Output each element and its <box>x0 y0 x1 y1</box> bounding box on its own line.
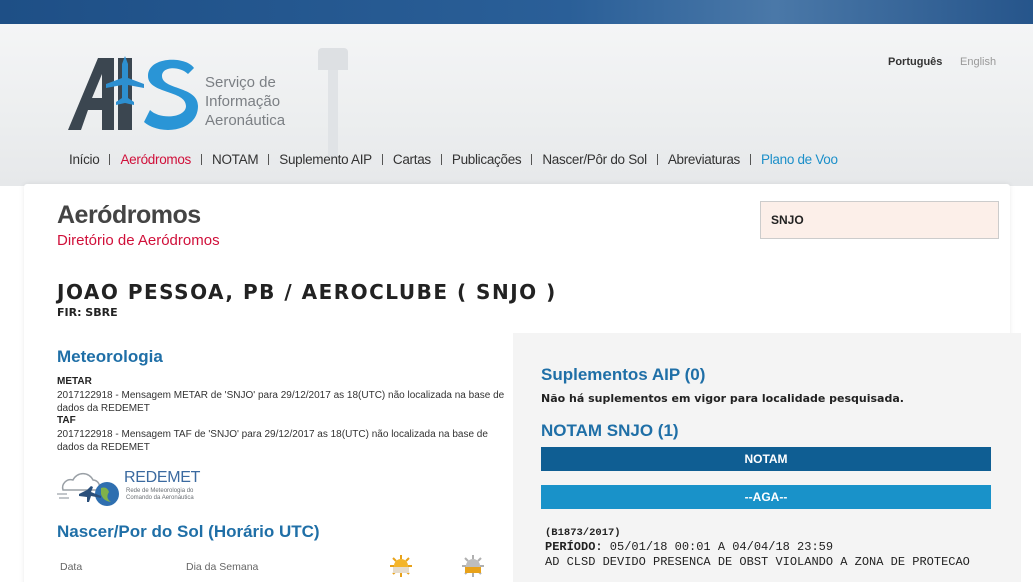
nav-aerodromos[interactable]: Aeródromos <box>120 152 191 167</box>
page-subtitle: Diretório de Aeródromos <box>57 232 220 249</box>
aga-section-bar[interactable]: --AGA-- <box>541 485 991 509</box>
notam-period-label: PERÍODO: <box>545 540 603 554</box>
language-portugues-link[interactable]: Português <box>888 56 942 68</box>
notam-bar[interactable]: NOTAM <box>541 447 991 471</box>
nav-separator <box>268 153 270 165</box>
nav-publicacoes[interactable]: Publicações <box>452 152 522 167</box>
nav-separator <box>750 153 751 165</box>
nav-separator <box>201 153 203 165</box>
nav-separator <box>109 153 111 165</box>
logo-text: Serviço de Informação Aeronáutica <box>205 74 286 129</box>
nav-cartas[interactable]: Cartas <box>393 152 431 167</box>
nav-separator <box>440 153 442 165</box>
redemet-title: REDEMET <box>124 469 201 486</box>
metar-label: METAR <box>57 376 92 387</box>
nav-separator <box>531 153 533 165</box>
sunrise-icon <box>390 555 412 577</box>
sunset-icon <box>462 555 484 577</box>
airport-name: JOAO PESSOA, PB / AEROCLUBE ( SNJO ) <box>57 280 557 304</box>
taf-label: TAF <box>57 415 76 426</box>
nascer-por-do-sol-heading: Nascer/Por do Sol (Horário UTC) <box>57 522 320 541</box>
nav-separator <box>381 153 383 165</box>
ais-logo-mark <box>68 56 198 130</box>
nav-nascer-por-do-sol[interactable]: Nascer/Pôr do Sol <box>542 152 647 167</box>
language-english-link[interactable]: English <box>960 56 996 68</box>
metar-text: 2017122918 - Mensagem METAR de 'SNJO' pa… <box>57 390 505 414</box>
nav-inicio[interactable]: Início <box>69 152 100 167</box>
column-header-data: Data <box>60 561 83 573</box>
taf-text: 2017122918 - Mensagem TAF de 'SNJO' para… <box>57 429 488 453</box>
page-title: Aeródromos <box>57 201 201 229</box>
fir-label: FIR: SBRE <box>57 306 118 319</box>
notam-text: AD CLSD DEVIDO PRESENCA DE OBST VIOLANDO… <box>545 555 970 569</box>
nav-abreviaturas[interactable]: Abreviaturas <box>668 152 740 167</box>
meteorologia-heading: Meteorologia <box>57 347 163 366</box>
aerodrome-search-input[interactable]: SNJO <box>760 201 999 239</box>
notam-heading: NOTAM SNJO (1) <box>541 421 679 440</box>
notam-period-value: 05/01/18 00:01 A 04/04/18 23:59 <box>602 540 834 554</box>
ais-logo[interactable] <box>68 54 200 134</box>
control-tower-background <box>318 48 348 158</box>
main-nav: Início Aeródromos NOTAM Suplemento AIP C… <box>69 150 838 168</box>
nav-plano-de-voo[interactable]: Plano de Voo <box>761 152 838 167</box>
suplementos-aip-heading: Suplementos AIP (0) <box>541 365 706 384</box>
notam-period: PERÍODO: 05/01/18 00:01 A 04/04/18 23:59 <box>545 540 833 554</box>
nav-notam[interactable]: NOTAM <box>212 152 259 167</box>
column-header-dia-da-semana: Dia da Semana <box>186 561 259 573</box>
nav-suplemento-aip[interactable]: Suplemento AIP <box>279 152 372 167</box>
notam-id: (B1873/2017) <box>545 527 621 539</box>
top-banner <box>0 0 1033 24</box>
suplementos-empty-text: Não há suplementos em vigor para localid… <box>541 392 904 405</box>
redemet-subtitle: Rede de Meteorologia do Comando da Aeron… <box>126 488 194 501</box>
nav-separator <box>656 153 658 165</box>
